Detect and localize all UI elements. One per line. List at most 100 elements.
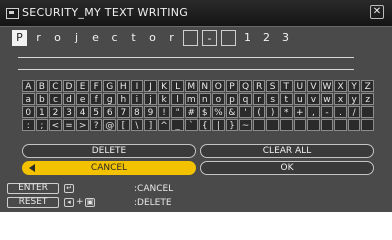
keyboard-key[interactable]: " — [171, 106, 184, 118]
keyboard-key[interactable]: E — [76, 80, 89, 92]
keyboard-key[interactable]: W — [320, 80, 334, 92]
keyboard-key[interactable]: R — [252, 80, 266, 92]
keyboard-key[interactable]: 2 — [49, 106, 62, 118]
keyboard-key[interactable]: l — [171, 93, 184, 105]
keyboard-key[interactable] — [361, 119, 374, 131]
keyboard-key[interactable]: A — [22, 80, 35, 92]
keyboard-key[interactable] — [252, 119, 266, 131]
keyboard-key[interactable]: c — [49, 93, 62, 105]
keyboard-key[interactable]: % — [212, 106, 225, 118]
keyboard-key[interactable]: P — [225, 80, 239, 92]
text-entry-field[interactable]: Projector-123 — [12, 30, 293, 46]
keyboard-key[interactable]: s — [266, 93, 279, 105]
keyboard-key[interactable]: U — [293, 80, 307, 92]
keyboard-key[interactable]: ~ — [239, 119, 252, 131]
keyboard-key[interactable]: g — [103, 93, 117, 105]
keyboard-key[interactable]: } — [225, 119, 239, 131]
keyboard-key[interactable]: - — [320, 106, 334, 118]
keyboard-key[interactable]: = — [62, 119, 76, 131]
keyboard-key[interactable]: b — [35, 93, 49, 105]
keyboard-key[interactable]: 6 — [103, 106, 117, 118]
keyboard-key[interactable] — [279, 119, 293, 131]
keyboard-key[interactable]: / — [347, 106, 361, 118]
keyboard-key[interactable]: i — [130, 93, 144, 105]
ok-button[interactable]: OK — [200, 161, 374, 175]
keyboard-key[interactable]: w — [320, 93, 334, 105]
keyboard-key[interactable]: < — [49, 119, 62, 131]
keyboard-key[interactable] — [347, 119, 361, 131]
keyboard-key[interactable]: n — [198, 93, 212, 105]
keyboard-key[interactable]: j — [144, 93, 157, 105]
delete-button[interactable]: DELETE — [22, 144, 196, 158]
keyboard-key[interactable]: 9 — [144, 106, 157, 118]
keyboard-key[interactable]: u — [293, 93, 307, 105]
keyboard-key[interactable]: \ — [130, 119, 144, 131]
keyboard-key[interactable]: ? — [89, 119, 103, 131]
keyboard-key[interactable]: 8 — [130, 106, 144, 118]
keyboard-key[interactable]: O — [212, 80, 225, 92]
keyboard-key[interactable]: d — [62, 93, 76, 105]
keyboard-key[interactable]: ; — [35, 119, 49, 131]
keyboard-key[interactable]: + — [293, 106, 307, 118]
keyboard-key[interactable]: ( — [252, 106, 266, 118]
keyboard-key[interactable]: t — [279, 93, 293, 105]
keyboard-key[interactable]: : — [22, 119, 35, 131]
keyboard-key[interactable]: z — [361, 93, 374, 105]
keyboard-key[interactable]: _ — [171, 119, 184, 131]
keyboard-key[interactable]: r — [252, 93, 266, 105]
keyboard-key[interactable]: ! — [157, 106, 171, 118]
keyboard-key[interactable]: X — [334, 80, 347, 92]
keyboard-key[interactable] — [320, 119, 334, 131]
keyboard-key[interactable]: F — [89, 80, 103, 92]
keyboard-key[interactable]: 5 — [89, 106, 103, 118]
keyboard-key[interactable]: N — [198, 80, 212, 92]
keyboard-key[interactable]: Z — [361, 80, 374, 92]
keyboard-key[interactable]: x — [334, 93, 347, 105]
keyboard-key[interactable]: { — [198, 119, 212, 131]
keyboard-key[interactable]: J — [144, 80, 157, 92]
keyboard-key[interactable]: 3 — [62, 106, 76, 118]
keyboard-key[interactable]: ' — [239, 106, 252, 118]
keyboard-key[interactable]: y — [347, 93, 361, 105]
keyboard-key[interactable]: I — [130, 80, 144, 92]
keyboard-key[interactable] — [293, 119, 307, 131]
keyboard-key[interactable]: . — [334, 106, 347, 118]
keyboard-key[interactable]: | — [212, 119, 225, 131]
keyboard-key[interactable]: 4 — [76, 106, 89, 118]
keyboard-key[interactable]: $ — [198, 106, 212, 118]
keyboard-key[interactable]: V — [307, 80, 320, 92]
keyboard-key[interactable] — [307, 119, 320, 131]
keyboard-key[interactable]: 0 — [22, 106, 35, 118]
keyboard-key[interactable]: C — [49, 80, 62, 92]
keyboard-key[interactable]: ] — [144, 119, 157, 131]
keyboard-key[interactable]: ^ — [157, 119, 171, 131]
keyboard-key[interactable]: , — [307, 106, 320, 118]
keyboard-key[interactable]: [ — [117, 119, 130, 131]
cancel-button[interactable]: CANCEL — [22, 161, 196, 175]
close-icon[interactable]: ✕ — [370, 5, 384, 19]
keyboard-key[interactable]: ) — [266, 106, 279, 118]
keyboard-key[interactable]: f — [89, 93, 103, 105]
keyboard-key[interactable]: * — [279, 106, 293, 118]
clear-all-button[interactable]: CLEAR ALL — [200, 144, 374, 158]
keyboard-key[interactable]: q — [239, 93, 252, 105]
keyboard-key[interactable]: & — [225, 106, 239, 118]
keyboard-key[interactable] — [334, 119, 347, 131]
keyboard-key[interactable]: Y — [347, 80, 361, 92]
keyboard-key[interactable]: h — [117, 93, 130, 105]
keyboard-key[interactable]: T — [279, 80, 293, 92]
keyboard-key[interactable]: @ — [103, 119, 117, 131]
keyboard-key[interactable]: L — [171, 80, 184, 92]
keyboard-key[interactable]: k — [157, 93, 171, 105]
keyboard-key[interactable] — [266, 119, 279, 131]
keyboard-key[interactable]: H — [117, 80, 130, 92]
keyboard-key[interactable]: ` — [184, 119, 198, 131]
keyboard-key[interactable]: K — [157, 80, 171, 92]
keyboard-key[interactable]: a — [22, 93, 35, 105]
keyboard-key[interactable]: S — [266, 80, 279, 92]
keyboard-key[interactable]: # — [184, 106, 198, 118]
keyboard-key[interactable] — [361, 106, 374, 118]
keyboard-key[interactable]: D — [62, 80, 76, 92]
keyboard-key[interactable]: G — [103, 80, 117, 92]
keyboard-key[interactable]: 7 — [117, 106, 130, 118]
